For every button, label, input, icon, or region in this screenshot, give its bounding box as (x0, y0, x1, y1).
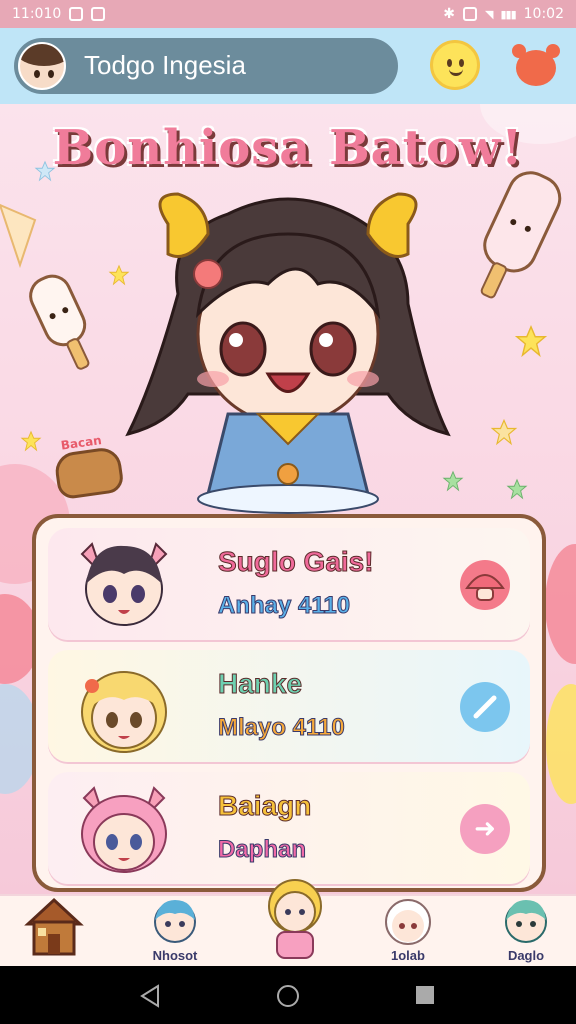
nav-tab-nhosot[interactable]: Nhosot (140, 896, 210, 968)
item-avatar (81, 671, 167, 753)
smiley-eye (447, 59, 452, 67)
item-subtitle: Anhay 4110 (217, 592, 351, 620)
status-time-left: 11:010 (12, 6, 62, 22)
profile-pill[interactable]: Todgo Ingesia (14, 38, 398, 94)
status-right: ✱ ◥ ▮▮▮ 10:02 (443, 6, 564, 22)
list-item[interactable]: Suglo Gais! Anhay 4110 (48, 528, 530, 640)
crystal-icon (0, 203, 37, 269)
nav-label: Daglo (507, 948, 545, 963)
heart-decoration (546, 684, 576, 804)
friend-list: Suglo Gais! Anhay 4110 Hanke Mlayo 4110 (32, 514, 546, 892)
mushroom-icon[interactable] (460, 560, 510, 610)
home-icon[interactable] (276, 984, 300, 1008)
bottom-nav: Nhosot 1olab Daglo (0, 879, 576, 968)
nav-label: Nhosot (152, 948, 198, 963)
smiley-mouth (449, 69, 463, 76)
avatar-blue-icon (151, 896, 199, 946)
item-title: Baiagn (217, 790, 312, 822)
heart-decoration (545, 544, 576, 664)
wifi-icon: ◥ (485, 7, 494, 21)
star-icon (514, 324, 548, 358)
system-nav-bar (0, 966, 576, 1024)
recents-icon[interactable] (414, 984, 436, 1006)
avatar-white-icon (384, 896, 432, 946)
mascot-icon (516, 50, 556, 86)
character-illustration (125, 192, 451, 514)
item-title: Suglo Gais! (218, 546, 375, 578)
item-avatar (80, 542, 168, 626)
bluetooth-icon: ✱ (443, 6, 455, 22)
list-item[interactable]: Baiagn Daphan ➜ (48, 772, 530, 884)
pencil-icon[interactable] (460, 682, 510, 732)
avatar-hair (20, 44, 64, 66)
list-item[interactable]: Hanke Mlayo 4110 (48, 650, 530, 762)
user-avatar[interactable] (18, 42, 66, 90)
smiley-button[interactable] (430, 40, 480, 90)
notification-icon (69, 7, 84, 21)
popsicle-icon (29, 274, 90, 370)
mascot-button[interactable] (510, 40, 562, 92)
nav-label: 1olab (391, 948, 425, 963)
item-subtitle: Daphan (217, 836, 307, 864)
item-title: Hanke (217, 668, 303, 700)
arrow-right-icon[interactable]: ➜ (460, 804, 510, 854)
back-icon[interactable] (138, 984, 162, 1008)
nav-tab-daglo[interactable]: Daglo (494, 896, 558, 968)
username: Todgo Ingesia (84, 50, 246, 80)
popsicle-icon (480, 171, 562, 299)
nav-home[interactable] (22, 896, 86, 968)
sticker-text: Bacan (59, 433, 103, 453)
nav-tab-center[interactable] (260, 876, 330, 959)
avatar-eye (34, 70, 40, 78)
status-bar: 11:010 ✱ ◥ ▮▮▮ 10:02 (0, 0, 576, 28)
status-time-right: 10:02 (523, 6, 564, 22)
main-scene: Bonhiosa Batow! Bacan Suglo Gais! Anhay … (0, 104, 576, 894)
item-subtitle: Mlayo 4110 (218, 714, 346, 742)
image-icon (91, 7, 106, 21)
house-icon (24, 897, 84, 956)
star-icon (20, 430, 42, 452)
avatar-teal-icon (502, 896, 550, 946)
star-icon (490, 418, 518, 446)
avatar-blonde-icon (263, 876, 327, 962)
status-left: 11:010 (12, 6, 106, 22)
item-avatar (81, 786, 167, 873)
app-header: Todgo Ingesia (0, 28, 576, 104)
nav-tab-1olab[interactable]: 1olab (376, 896, 440, 968)
avatar-eye (48, 70, 54, 78)
signal-icon: ▮▮▮ (500, 7, 516, 21)
star-icon (506, 478, 528, 500)
smiley-eye (459, 59, 464, 67)
alarm-icon (463, 7, 477, 21)
star-icon (34, 160, 56, 182)
